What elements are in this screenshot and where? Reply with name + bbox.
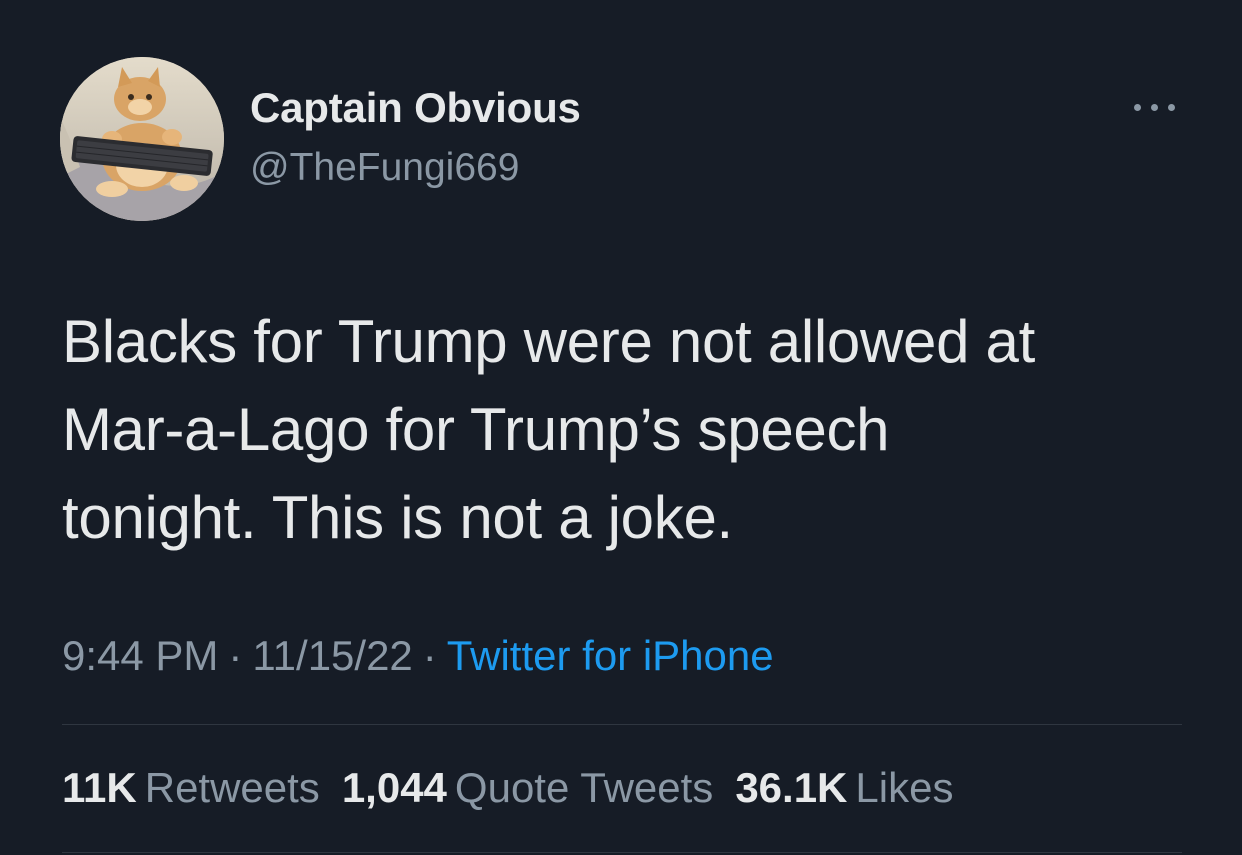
user-handle[interactable]: @TheFungi669 [250,146,519,190]
meta-separator: · [422,632,437,679]
quote-tweets-stat[interactable]: 1,044 Quote Tweets [342,764,714,811]
more-horizontal-icon [1134,104,1141,111]
tweet-text: Blacks for Trump were not allowed at Mar… [62,298,1192,562]
meta-separator: · [228,632,243,679]
engagement-stats: 11K Retweets 1,044 Quote Tweets 36.1K Likes [62,764,975,812]
tweet-source-link[interactable]: Twitter for iPhone [447,632,774,679]
tweet-time[interactable]: 9:44 PM [62,632,218,679]
tweet-card: Captain Obvious @TheFungi669 Blacks for … [0,0,1242,855]
tweet-text-line: Blacks for Trump were not allowed at [62,308,1035,375]
more-horizontal-icon [1168,104,1175,111]
cat-avatar-icon [60,57,224,221]
retweets-count: 11K [62,764,137,811]
quote-tweets-count: 1,044 [341,764,447,811]
likes-label: Likes [855,764,954,811]
tweet-date[interactable]: 11/15/22 [252,632,412,679]
likes-count: 36.1K [735,764,848,811]
divider [62,852,1182,853]
tweet-text-line: Mar-a-Lago for Trump’s speech [62,396,890,463]
likes-stat[interactable]: 36.1K Likes [735,764,953,811]
divider [62,724,1182,725]
display-name[interactable]: Captain Obvious [250,84,581,132]
more-horizontal-icon [1151,104,1158,111]
avatar[interactable] [60,57,224,221]
retweets-stat[interactable]: 11K Retweets [62,764,320,811]
tweet-text-line: tonight. This is not a joke. [62,484,733,551]
tweet-meta: 9:44 PM · 11/15/22 · Twitter for iPhone [62,632,774,680]
retweets-label: Retweets [144,764,320,811]
quote-tweets-label: Quote Tweets [454,764,714,811]
more-options-button[interactable] [1130,92,1180,122]
